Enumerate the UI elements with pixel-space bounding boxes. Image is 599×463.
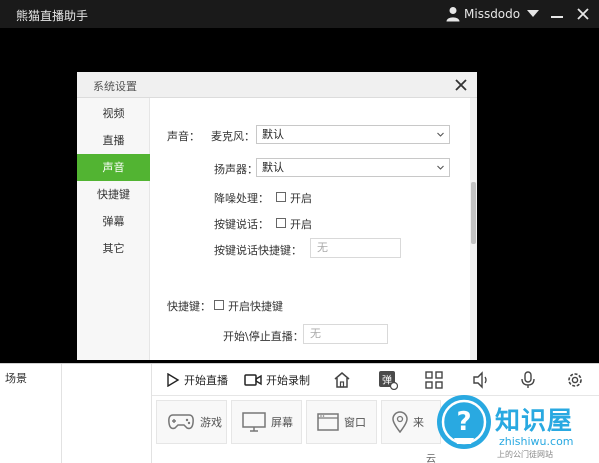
watermark-logo: ? 知识屋 zhishiwu.com 上的公门徒网站	[437, 395, 599, 463]
sound-section-label: 声音：	[167, 130, 200, 143]
settings-gear-icon[interactable]	[565, 370, 585, 390]
settings-nav: 视频 直播 声音 快捷键 弹幕 其它	[77, 98, 150, 360]
start-record-button[interactable]: 开始录制	[244, 371, 310, 389]
mic-select-value: 默认	[262, 128, 284, 141]
start-record-label: 开始录制	[266, 374, 310, 387]
gamepad-icon	[168, 414, 194, 430]
close-icon[interactable]	[572, 4, 594, 24]
source-location-button[interactable]: 来	[381, 400, 441, 444]
ptt-option-label: 开启	[290, 218, 312, 231]
source-screen-button[interactable]: 屏幕	[231, 400, 302, 444]
start-live-label: 开始直播	[184, 374, 228, 387]
scene-panel: 场景	[0, 364, 62, 463]
source-game-button[interactable]: 游戏	[156, 400, 227, 444]
ptt-checkbox[interactable]	[276, 218, 286, 228]
source-location-label: 来	[413, 416, 424, 429]
noise-checkbox[interactable]	[276, 192, 286, 202]
location-icon	[392, 411, 408, 433]
watermark-badge-icon: ?	[437, 395, 491, 449]
microphone-icon[interactable]	[518, 370, 538, 390]
ptt-hotkey-input[interactable]: 无	[310, 238, 401, 258]
dropdown-menu-icon[interactable]	[522, 4, 544, 24]
speaker-select-value: 默认	[262, 161, 284, 174]
user-icon[interactable]	[446, 6, 460, 22]
nav-item-live[interactable]: 直播	[77, 127, 150, 154]
start-live-button[interactable]: 开始直播	[166, 371, 228, 389]
mic-select[interactable]: 默认	[256, 125, 450, 144]
home-icon[interactable]	[332, 370, 352, 390]
nav-item-sound[interactable]: 声音	[77, 154, 150, 181]
monitor-icon	[242, 412, 266, 432]
chevron-down-icon	[437, 165, 444, 170]
dialog-close-icon[interactable]	[453, 77, 469, 93]
source-game-label: 游戏	[200, 416, 222, 429]
settings-content: 声音： 麦克风： 默认 扬声器： 默认 降噪处理： 开启 按键说话： 开启 按键…	[150, 98, 477, 360]
enable-hotkeys-label: 开启快捷键	[228, 300, 283, 313]
noise-label: 降噪处理：	[214, 192, 269, 205]
mic-label: 麦克风：	[211, 130, 255, 143]
source-screen-label: 屏幕	[271, 416, 293, 429]
ptt-hotkey-label: 按键说话快捷键：	[214, 244, 302, 257]
toggle-live-label: 开始\停止直播：	[223, 330, 304, 343]
speaker-icon[interactable]	[471, 370, 491, 390]
scene-label: 场景	[5, 372, 27, 385]
grid-icon[interactable]	[424, 370, 444, 390]
hotkey-section-label: 快捷键：	[167, 300, 211, 313]
status-text: 云	[426, 454, 436, 463]
app-title: 熊猫直播助手	[16, 9, 89, 23]
speaker-label: 扬声器：	[214, 163, 258, 176]
video-camera-icon	[244, 374, 262, 386]
source-window-label: 窗口	[344, 416, 366, 429]
scrollbar-thumb[interactable]	[471, 182, 476, 244]
noise-option-label: 开启	[290, 192, 312, 205]
play-icon	[167, 373, 180, 387]
nav-item-video[interactable]: 视频	[77, 100, 150, 127]
settings-dialog: 系统设置 视频 直播 声音 快捷键 弹幕 其它 声音： 麦克风： 默认 扬声器：…	[77, 72, 477, 360]
toggle-live-input[interactable]: 无	[303, 324, 388, 344]
username[interactable]: Missdodo	[464, 7, 520, 21]
app-window: 熊猫直播助手 Missdodo 系统设置 视频 直播 声音 快捷键 弹幕 其它 …	[0, 0, 599, 463]
enable-hotkeys-checkbox[interactable]	[214, 300, 224, 310]
chevron-down-icon	[437, 132, 444, 137]
speaker-select[interactable]: 默认	[256, 158, 450, 177]
svg-text:?: ?	[456, 407, 471, 437]
nav-item-danmaku[interactable]: 弹幕	[77, 208, 150, 235]
source-window-button[interactable]: 窗口	[306, 400, 377, 444]
nav-item-other[interactable]: 其它	[77, 235, 150, 262]
nav-item-hotkeys[interactable]: 快捷键	[77, 181, 150, 208]
watermark-url: zhishiwu.com	[499, 435, 574, 448]
toolbar: 开始直播 开始录制 弹	[152, 364, 599, 396]
scene-list	[62, 364, 152, 463]
danmaku-icon[interactable]: 弹	[378, 370, 399, 391]
watermark-name: 知识屋	[495, 406, 574, 435]
minimize-icon[interactable]	[546, 4, 568, 24]
dialog-header: 系统设置	[77, 72, 477, 98]
dialog-title: 系统设置	[93, 80, 137, 93]
title-bar: 熊猫直播助手 Missdodo	[0, 0, 599, 28]
window-icon	[317, 413, 339, 431]
watermark-bottom-text: 上的公门徒网站	[497, 450, 553, 459]
ptt-label: 按键说话：	[214, 218, 269, 231]
